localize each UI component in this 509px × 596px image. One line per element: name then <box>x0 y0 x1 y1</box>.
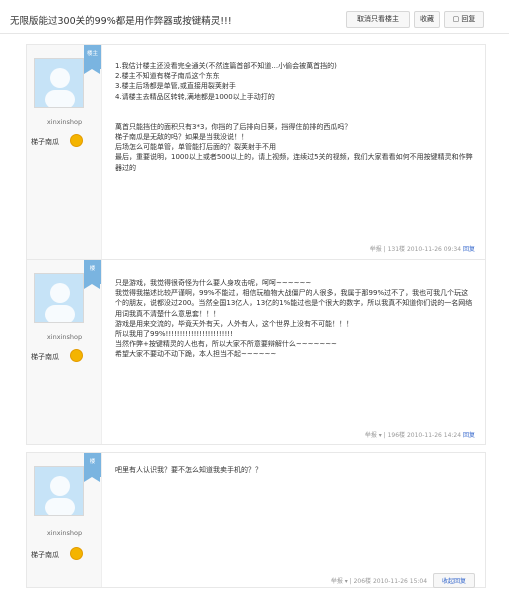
reply-button[interactable]: ▢ 回复 <box>444 11 484 28</box>
post-author-panel: 楼 xinxinshop 梯子南瓜 <box>27 260 102 444</box>
post-paragraph: 所以我用了99%!!!!!!!!!!!!!!!!!!!!!!!! <box>115 330 233 339</box>
post-paragraph: 吧里有人认识我？要不怎么知道我卖手机的？？ <box>115 466 262 474</box>
post-paragraph: 只是游戏，我觉得很奇怪为什么要人身攻击呢，呵呵~~~~~~ <box>115 279 312 287</box>
post-206: 楼 xinxinshop 梯子南瓜 吧里有人认识我？要不怎么知道我卖手机的？？ … <box>26 452 486 588</box>
username[interactable]: xinxinshop <box>27 333 102 341</box>
favorite-button[interactable]: 收藏 <box>414 11 440 28</box>
op-badge: 楼 <box>84 453 101 482</box>
post-paragraph: 4.请楼主去精品区转转,满地都是1000以上手动打的 <box>115 92 275 101</box>
thread-header: 无限版能过300关的99%都是用作弊器或按键精灵!!! 取消只看楼主 收藏 ▢ … <box>0 0 509 34</box>
post-date: 2010-11-26 15:04 <box>372 578 428 585</box>
collapse-replies-button[interactable]: 收起回复 <box>432 573 475 588</box>
post-date: 2010-11-26 09:34 <box>406 246 462 253</box>
post-footer: 举报 ▾ | 196楼 2010-11-26 14:24 回复 <box>364 432 475 439</box>
medal-icon <box>70 134 83 147</box>
post-paragraph: 萬首只能挡住的面积只有3*3，你挡的了后排向日葵，挡得住前排的西瓜吗？ <box>115 122 352 131</box>
post-footer: 举报 | 131楼 2010-11-26 09:34 回复 <box>369 246 475 253</box>
medal-icon <box>70 349 83 362</box>
avatar[interactable] <box>34 273 84 323</box>
post-content: 1.我估计楼主还没看完全通关(不然连篇首部不知道...小偷会被萬首挡的) 2.楼… <box>115 61 475 173</box>
op-badge: 楼主 <box>84 45 101 74</box>
post-paragraph: 2.楼主不知道有梯子南瓜这个东东 <box>115 72 220 81</box>
post-paragraph: 后场怎么可能单管，单管能打后面的？裂荚射手不用 <box>115 143 276 152</box>
only-view-op-button[interactable]: 取消只看楼主 <box>346 11 410 28</box>
avatar[interactable] <box>34 466 84 516</box>
op-badge: 楼 <box>84 260 101 289</box>
post-196: 楼 xinxinshop 梯子南瓜 只是游戏，我觉得很奇怪为什么要人身攻击呢，呵… <box>26 259 486 445</box>
post-131: 楼主 xinxinshop 梯子南瓜 1.我估计楼主还没看完全通关(不然连篇首部… <box>26 44 486 260</box>
post-content: 吧里有人认识我？要不怎么知道我卖手机的？？ <box>115 465 475 475</box>
user-rank: 梯子南瓜 <box>31 353 59 361</box>
floor-number: 131楼 <box>387 246 406 253</box>
post-paragraph: 1.我估计楼主还没看完全通关(不然连篇首部不知道...小偷会被萬首挡的) <box>115 62 337 70</box>
post-paragraph: 梯子南瓜是无敌的吗？如果是当我没说！！ <box>115 133 248 142</box>
user-rank: 梯子南瓜 <box>31 551 59 559</box>
username[interactable]: xinxinshop <box>27 529 102 537</box>
post-paragraph: 希望大家不要动不动下跪，本人担当不起~~~~~~ <box>115 350 277 359</box>
post-paragraph: 最后，重要说明，1000以上或者500以上的，请上视频，连续过5关的视频，我们大… <box>115 153 473 172</box>
post-author-panel: 楼 xinxinshop 梯子南瓜 <box>27 453 102 587</box>
user-rank: 梯子南瓜 <box>31 138 59 146</box>
post-footer: 举报 ▾ | 206楼 2010-11-26 15:04 收起回复 <box>331 573 475 588</box>
post-author-panel: 楼主 xinxinshop 梯子南瓜 <box>27 45 102 259</box>
post-paragraph: 当然作弊+按键精灵的人也有，所以大家不所意要辩解什么~~~~~~~ <box>115 340 337 349</box>
post-content: 只是游戏，我觉得很奇怪为什么要人身攻击呢，呵呵~~~~~~ 我觉得我描述比较严谨… <box>115 278 475 360</box>
reply-icon: ▢ <box>452 15 460 23</box>
report-link[interactable]: 举报 <box>331 578 343 585</box>
post-paragraph: 游戏是用来交流的，毕竟天外有天，人外有人，这个世界上没有不可能！！！ <box>115 319 353 328</box>
report-link[interactable]: 举报 <box>370 246 382 253</box>
post-paragraph: 3.楼主后场都是单管,或直接用裂荚射手 <box>115 82 236 91</box>
avatar[interactable] <box>34 58 84 108</box>
username[interactable]: xinxinshop <box>27 118 102 126</box>
reply-link[interactable]: 回复 <box>463 432 475 439</box>
post-date: 2010-11-26 14:24 <box>406 432 462 439</box>
post-paragraph: 我觉得我描述比较严谨啊，99%不能过，相信玩植物大战僵尸的人很多，我属于那99%… <box>115 289 473 318</box>
reply-link[interactable]: 回复 <box>463 246 475 253</box>
floor-number: 206楼 <box>353 578 372 585</box>
thread-title: 无限版能过300关的99%都是用作弊器或按键精灵!!! <box>10 16 232 27</box>
report-link[interactable]: 举报 <box>365 432 377 439</box>
floor-number: 196楼 <box>387 432 406 439</box>
reply-button-label: 回复 <box>461 15 476 23</box>
medal-icon <box>70 547 83 560</box>
